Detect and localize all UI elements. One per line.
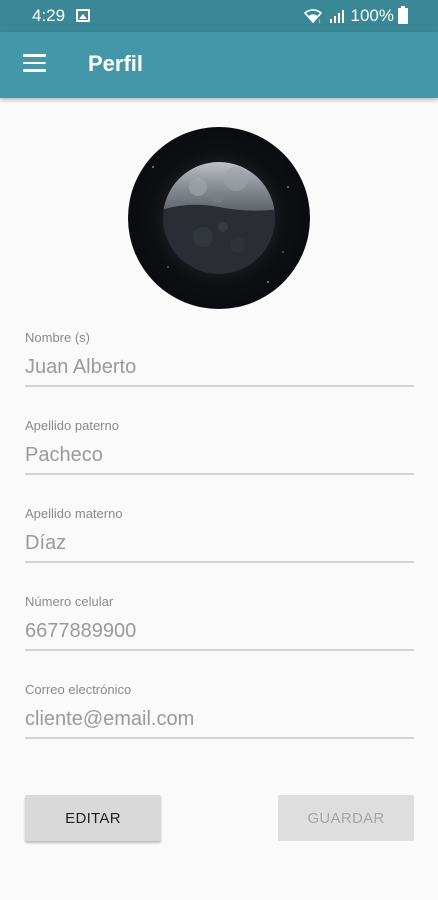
photo-icon <box>76 9 90 22</box>
status-time: 4:29 <box>32 6 66 25</box>
first-name-input[interactable] <box>25 354 414 380</box>
paternal-surname-input[interactable] <box>25 442 414 468</box>
phone-underline <box>25 649 414 651</box>
avatar[interactable] <box>128 127 310 309</box>
signal-icon <box>329 10 344 23</box>
wifi-icon: ↕ <box>303 9 322 24</box>
email-field: Correo electrónico <box>25 682 414 739</box>
battery-text: 100% <box>350 6 394 25</box>
first-name-field: Nombre (s) <box>25 330 414 387</box>
phone-field: Número celular <box>25 594 414 651</box>
email-label: Correo electrónico <box>25 682 132 697</box>
email-underline <box>25 737 414 739</box>
status-icons: ↕ 100% <box>303 6 408 26</box>
paternal-surname-label: Apellido paterno <box>25 418 119 433</box>
maternal-surname-label: Apellido materno <box>25 506 123 521</box>
menu-icon[interactable] <box>23 54 46 72</box>
svg-text:↕: ↕ <box>318 19 321 24</box>
status-bar: 4:29 ↕ 100% <box>0 0 438 32</box>
phone-label: Número celular <box>25 594 114 609</box>
paternal-surname-field: Apellido paterno <box>25 418 414 475</box>
phone-input[interactable] <box>25 618 414 644</box>
battery-icon <box>398 6 408 24</box>
first-name-label: Nombre (s) <box>25 330 91 345</box>
maternal-surname-underline <box>25 561 414 563</box>
edit-button[interactable]: EDITAR <box>25 795 161 841</box>
page-title: Perfil <box>88 51 144 76</box>
save-button[interactable]: GUARDAR <box>278 795 414 841</box>
email-input[interactable] <box>25 706 414 732</box>
maternal-surname-input[interactable] <box>25 530 414 556</box>
app-bar: Perfil <box>0 32 438 98</box>
first-name-underline <box>25 385 414 387</box>
paternal-surname-underline <box>25 473 414 475</box>
maternal-surname-field: Apellido materno <box>25 506 414 563</box>
